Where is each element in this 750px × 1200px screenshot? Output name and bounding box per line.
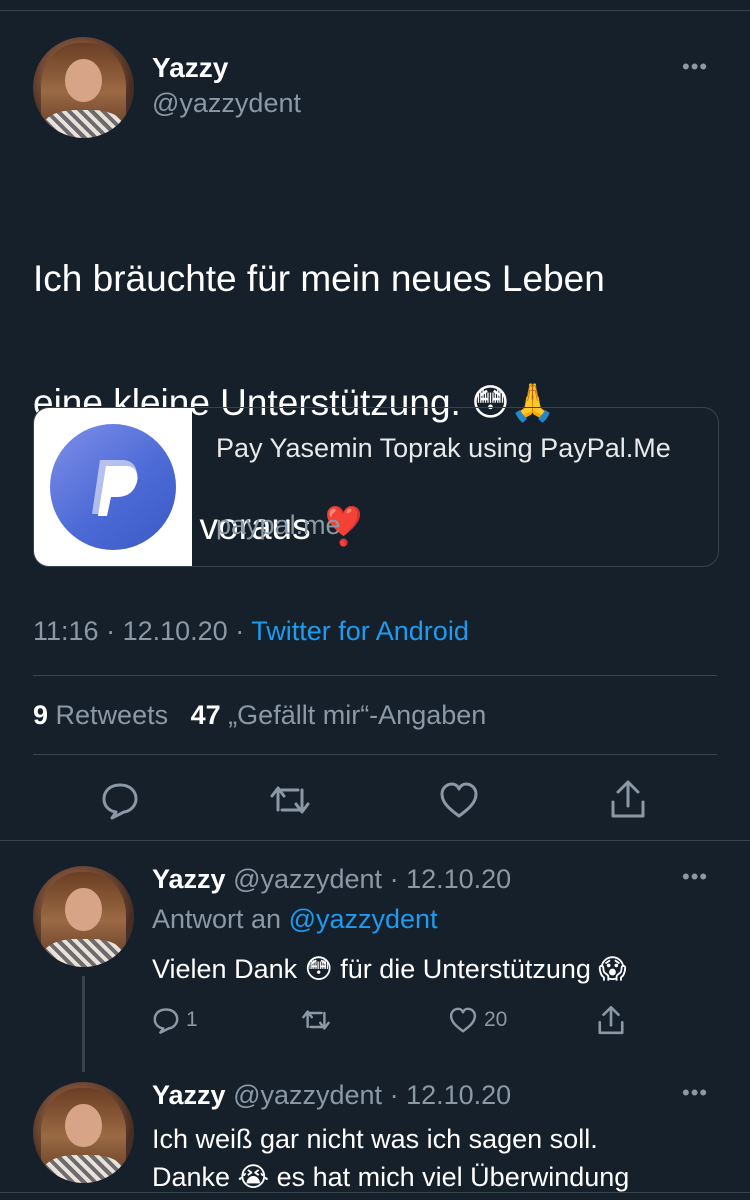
more-options-icon[interactable]: •••	[682, 864, 708, 890]
retweet-button[interactable]	[300, 1006, 332, 1034]
tweet-text-line: Ich bräuchte für mein neues Leben	[33, 258, 605, 299]
reply-to-label: Antwort an	[152, 904, 282, 934]
reply-header: Yazzy @yazzydent · 12.10.20	[152, 864, 511, 895]
reply-author-handle[interactable]: @yazzydent	[233, 864, 382, 894]
avatar[interactable]	[33, 866, 134, 967]
reply-text: Ich weiß gar nicht was ich sagen soll. D…	[152, 1120, 732, 1196]
likes-stat[interactable]: 47 „Gefällt mir“-Angaben	[191, 700, 487, 730]
reply-button[interactable]: 1	[152, 1006, 198, 1034]
reply-to-handle[interactable]: @yazzydent	[289, 904, 438, 934]
tweet-date[interactable]: 12.10.20	[123, 616, 228, 646]
retweets-stat[interactable]: 9 Retweets	[33, 700, 168, 730]
card-thumbnail	[34, 408, 192, 566]
more-options-icon[interactable]: •••	[682, 54, 708, 80]
divider	[0, 840, 750, 841]
meta-separator: ·	[235, 616, 245, 646]
retweet-icon[interactable]	[268, 780, 312, 820]
like-button[interactable]: 20	[448, 1006, 507, 1034]
reply-author-handle[interactable]: @yazzydent	[233, 1080, 382, 1110]
card-title[interactable]: Pay Yasemin Toprak using PayPal.Me	[216, 430, 696, 466]
like-count: 20	[484, 1008, 508, 1031]
reply-author-name[interactable]: Yazzy	[152, 864, 226, 894]
retweets-label: Retweets	[55, 700, 169, 730]
divider	[33, 754, 717, 755]
reply-text-line: Danke 😭 es hat mich viel Überwindung	[152, 1162, 630, 1192]
reply-date[interactable]: · 12.10.20	[390, 864, 512, 894]
more-options-icon[interactable]: •••	[682, 1080, 708, 1106]
avatar[interactable]	[33, 1082, 134, 1183]
reply-icon[interactable]	[100, 780, 140, 820]
reply-text-line: Ich weiß gar nicht was ich sagen soll.	[152, 1124, 598, 1154]
link-card[interactable]: Pay Yasemin Toprak using PayPal.Me paypa…	[33, 407, 719, 567]
meta-separator: ·	[106, 616, 116, 646]
bottom-divider	[0, 1192, 750, 1193]
author-name[interactable]: Yazzy	[152, 52, 228, 84]
divider	[33, 675, 717, 676]
reply-text: Vielen Dank 😳 für die Unterstützung 😱	[152, 954, 627, 984]
avatar[interactable]	[33, 37, 134, 138]
share-icon	[598, 1005, 624, 1035]
paypal-icon	[50, 424, 176, 550]
tweet-time: 11:16	[33, 616, 99, 646]
reply-to: Antwort an @yazzydent	[152, 904, 438, 935]
like-icon[interactable]	[438, 780, 480, 820]
thread-line	[82, 976, 85, 1072]
retweet-icon	[302, 1010, 330, 1030]
likes-count: 47	[190, 700, 221, 730]
author-handle[interactable]: @yazzydent	[152, 88, 301, 119]
reply-date[interactable]: · 12.10.20	[390, 1080, 512, 1110]
tweet-source-link[interactable]: Twitter for Android	[251, 616, 469, 646]
likes-label: „Gefällt mir“-Angaben	[228, 700, 487, 730]
share-icon[interactable]	[608, 778, 648, 820]
retweets-count: 9	[33, 700, 49, 730]
card-domain: paypal.me	[216, 510, 341, 540]
top-divider	[0, 10, 750, 11]
reply-icon	[153, 1008, 179, 1034]
reply-header: Yazzy @yazzydent · 12.10.20	[152, 1080, 511, 1111]
tweet-stats: 9 Retweets 47 „Gefällt mir“-Angaben	[33, 700, 486, 731]
share-button[interactable]	[596, 1004, 626, 1036]
like-icon	[449, 1007, 477, 1033]
reply-count: 1	[186, 1008, 198, 1031]
reply-author-name[interactable]: Yazzy	[152, 1080, 226, 1110]
tweet-meta: 11:16 · 12.10.20 · Twitter for Android	[33, 616, 469, 647]
